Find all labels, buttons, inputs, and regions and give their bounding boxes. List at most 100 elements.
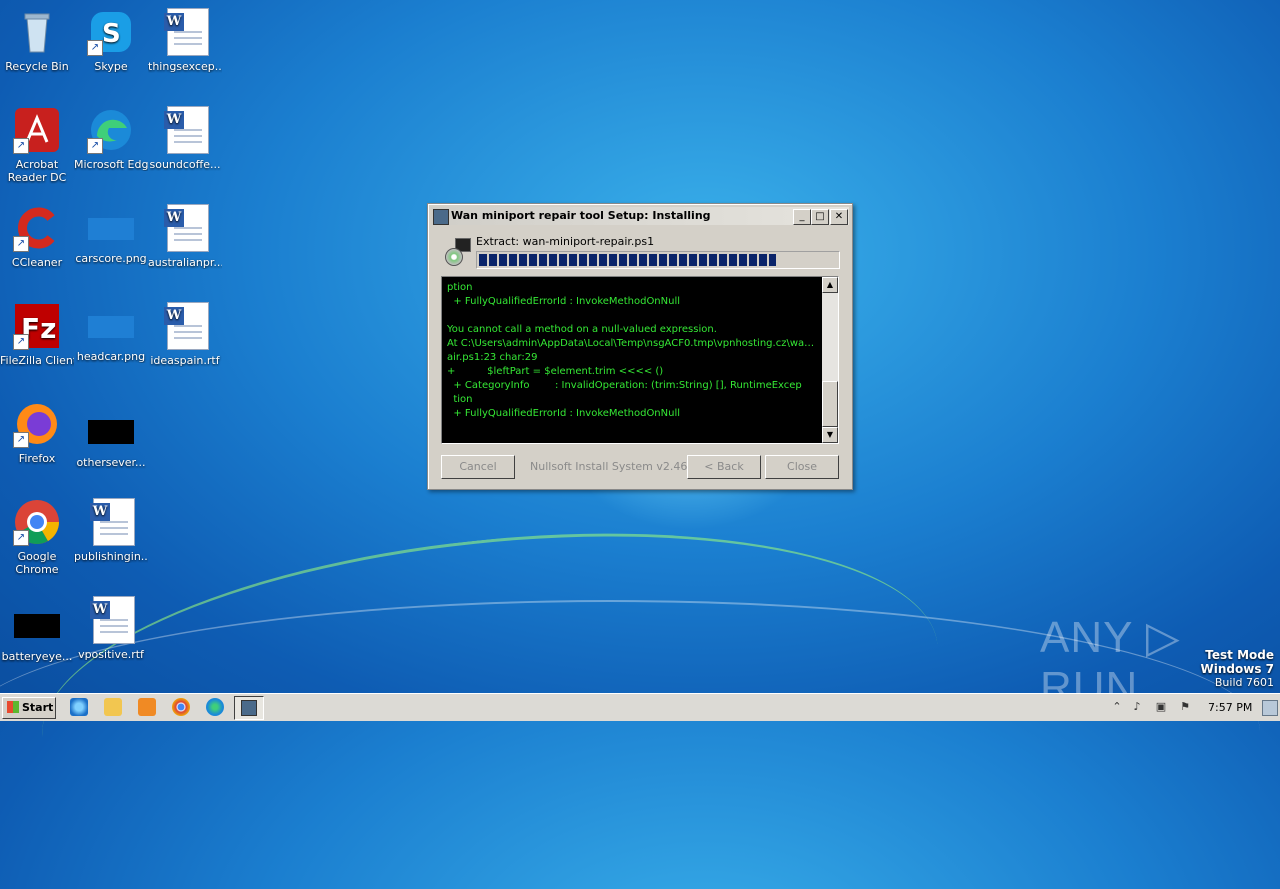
shortcut-arrow-icon: ↗ xyxy=(87,138,103,154)
desktop-icon-acrobat[interactable]: ↗ Acrobat Reader DC xyxy=(0,106,74,184)
log-lines: ption + FullyQualifiedErrorId : InvokeMe… xyxy=(447,281,818,421)
start-label: Start xyxy=(22,701,54,714)
log-line: + FullyQualifiedErrorId : InvokeMethodOn… xyxy=(447,296,681,307)
desktop-icon-vpositive[interactable]: W vpositive.rtf xyxy=(74,596,148,661)
minimize-button[interactable]: _ xyxy=(793,209,811,225)
desktop-icon-label: CCleaner xyxy=(11,256,63,269)
desktop-icon-label: Skype xyxy=(94,60,128,73)
close-window-button[interactable]: ✕ xyxy=(830,209,848,225)
desktop-icon-label: headcar.png xyxy=(76,350,146,363)
log-line: + CategoryInfo : InvalidOperation: (trim… xyxy=(447,380,802,391)
cancel-button[interactable]: Cancel xyxy=(441,455,515,479)
desktop-icon-edge[interactable]: ↗ Microsoft Edge xyxy=(74,106,148,171)
progress-bar xyxy=(476,251,840,269)
os-text: Windows 7 xyxy=(1200,662,1274,676)
word-document-icon: W xyxy=(87,498,135,546)
desktop-icon-label: batteryeye... xyxy=(1,650,73,663)
desktop-icon-ccleaner[interactable]: ↗ CCleaner xyxy=(0,204,74,269)
log-line: air.ps1:23 char:29 xyxy=(447,352,538,363)
desktop-icon-chrome[interactable]: ↗ Google Chrome xyxy=(0,498,74,576)
chrome-taskbar-icon[interactable] xyxy=(172,698,190,716)
show-hidden-icons[interactable]: ⌃ xyxy=(1110,700,1124,714)
desktop-icon-label: soundcoffe... xyxy=(149,158,221,171)
back-button[interactable]: < Back xyxy=(687,455,761,479)
ccleaner-icon: ↗ xyxy=(13,204,61,252)
log-line: At C:\Users\admin\AppData\Local\Temp\nsg… xyxy=(447,338,818,349)
svg-text:S: S xyxy=(102,19,121,49)
shortcut-arrow-icon: ↗ xyxy=(13,432,29,448)
file-thumbnail-icon xyxy=(14,614,60,638)
log-line: tion xyxy=(447,394,473,405)
file-thumbnail-icon xyxy=(88,316,134,338)
desktop-icon-thingsexcep[interactable]: W thingsexcep... xyxy=(148,8,222,73)
file-explorer-icon[interactable] xyxy=(104,698,122,716)
scroll-up-button[interactable]: ▲ xyxy=(822,277,838,293)
edge-icon: ↗ xyxy=(87,106,135,154)
taskbar: Start ⌃ ♪ ▣ ⚑ 7:57 PM xyxy=(0,693,1280,721)
edge-taskbar-icon[interactable] xyxy=(206,698,224,716)
installer-taskbar-button[interactable] xyxy=(234,696,264,720)
word-document-icon: W xyxy=(161,302,209,350)
log-line: + $leftPart = $element.trim <<<< () xyxy=(447,366,664,377)
log-line: ption xyxy=(447,282,473,293)
start-button[interactable]: Start xyxy=(2,697,56,719)
desktop-icon-skype[interactable]: S ↗ Skype xyxy=(74,8,148,73)
file-thumbnail-icon xyxy=(88,218,134,240)
close-button[interactable]: Close xyxy=(765,455,839,479)
test-mode-notice: Test Mode Windows 7 Build 7601 xyxy=(1201,648,1274,690)
desktop-icon-label: FileZilla Client xyxy=(0,354,74,367)
desktop-icon-ideaspain[interactable]: W ideaspain.rtf xyxy=(148,302,222,367)
installer-window: Wan miniport repair tool Setup: Installi… xyxy=(427,203,853,490)
desktop-icon-batteryeye[interactable]: batteryeye... xyxy=(0,604,74,663)
desktop-icon-carscore[interactable]: carscore.png xyxy=(74,204,148,265)
shortcut-arrow-icon: ↗ xyxy=(13,530,29,546)
windows-flag-icon xyxy=(7,701,19,713)
acrobat-icon: ↗ xyxy=(13,106,61,154)
log-line: + FullyQualifiedErrorId : InvokeMethodOn… xyxy=(447,408,681,419)
log-scrollbar[interactable]: ▲ ▼ xyxy=(822,277,838,443)
desktop-icon-soundcoffe[interactable]: W soundcoffe... xyxy=(148,106,222,171)
installer-taskbar-icon xyxy=(241,700,257,716)
desktop-icon-label: Recycle Bin xyxy=(5,60,69,73)
desktop-icon-othersever[interactable]: othersever... xyxy=(74,400,148,469)
filezilla-icon: Fz ↗ xyxy=(13,302,61,350)
window-title: Wan miniport repair tool Setup: Installi… xyxy=(451,209,711,222)
desktop-icon-filezilla[interactable]: Fz ↗ FileZilla Client xyxy=(0,302,74,367)
desktop-icon-label: Acrobat Reader DC xyxy=(7,158,67,184)
show-desktop-button[interactable] xyxy=(1262,700,1278,716)
internet-explorer-icon[interactable] xyxy=(70,698,88,716)
build-text: Build 7601 xyxy=(1214,676,1274,689)
installer-disc-icon xyxy=(443,238,471,266)
shortcut-arrow-icon: ↗ xyxy=(13,138,29,154)
desktop-icon-label: publishingin... xyxy=(74,550,148,563)
shortcut-arrow-icon: ↗ xyxy=(87,40,103,56)
desktop-icon-firefox[interactable]: ↗ Firefox xyxy=(0,400,74,465)
desktop-icon-label: Google Chrome xyxy=(15,550,59,576)
media-player-icon[interactable] xyxy=(138,698,156,716)
desktop-icon-publishingin[interactable]: W publishingin... xyxy=(74,498,148,563)
network-icon[interactable]: ▣ xyxy=(1154,700,1168,714)
desktop-icon-australianpr[interactable]: W australianpr... xyxy=(148,204,222,269)
scroll-down-button[interactable]: ▼ xyxy=(822,427,838,443)
volume-icon[interactable]: ♪ xyxy=(1130,700,1144,714)
desktop-icon-headcar[interactable]: headcar.png xyxy=(74,302,148,363)
desktop-icon-label: vpositive.rtf xyxy=(78,648,144,661)
installer-app-icon xyxy=(433,209,449,225)
install-log[interactable]: ption + FullyQualifiedErrorId : InvokeMe… xyxy=(441,276,839,444)
word-document-icon: W xyxy=(161,8,209,56)
word-document-icon: W xyxy=(161,106,209,154)
firefox-icon: ↗ xyxy=(13,400,61,448)
chrome-icon: ↗ xyxy=(13,498,61,546)
test-mode-text: Test Mode xyxy=(1205,648,1274,662)
action-center-flag-icon[interactable]: ⚑ xyxy=(1178,700,1192,714)
progress-fill xyxy=(479,254,776,266)
clock[interactable]: 7:57 PM xyxy=(1208,701,1252,714)
word-document-icon: W xyxy=(87,596,135,644)
scroll-thumb[interactable] xyxy=(822,381,838,427)
desktop-icon-label: thingsexcep... xyxy=(148,60,222,73)
title-bar[interactable]: Wan miniport repair tool Setup: Installi… xyxy=(431,207,849,225)
maximize-button[interactable]: □ xyxy=(811,209,829,225)
desktop-icon-recycle-bin[interactable]: Recycle Bin xyxy=(0,8,74,73)
desktop-icon-label: othersever... xyxy=(76,456,146,469)
